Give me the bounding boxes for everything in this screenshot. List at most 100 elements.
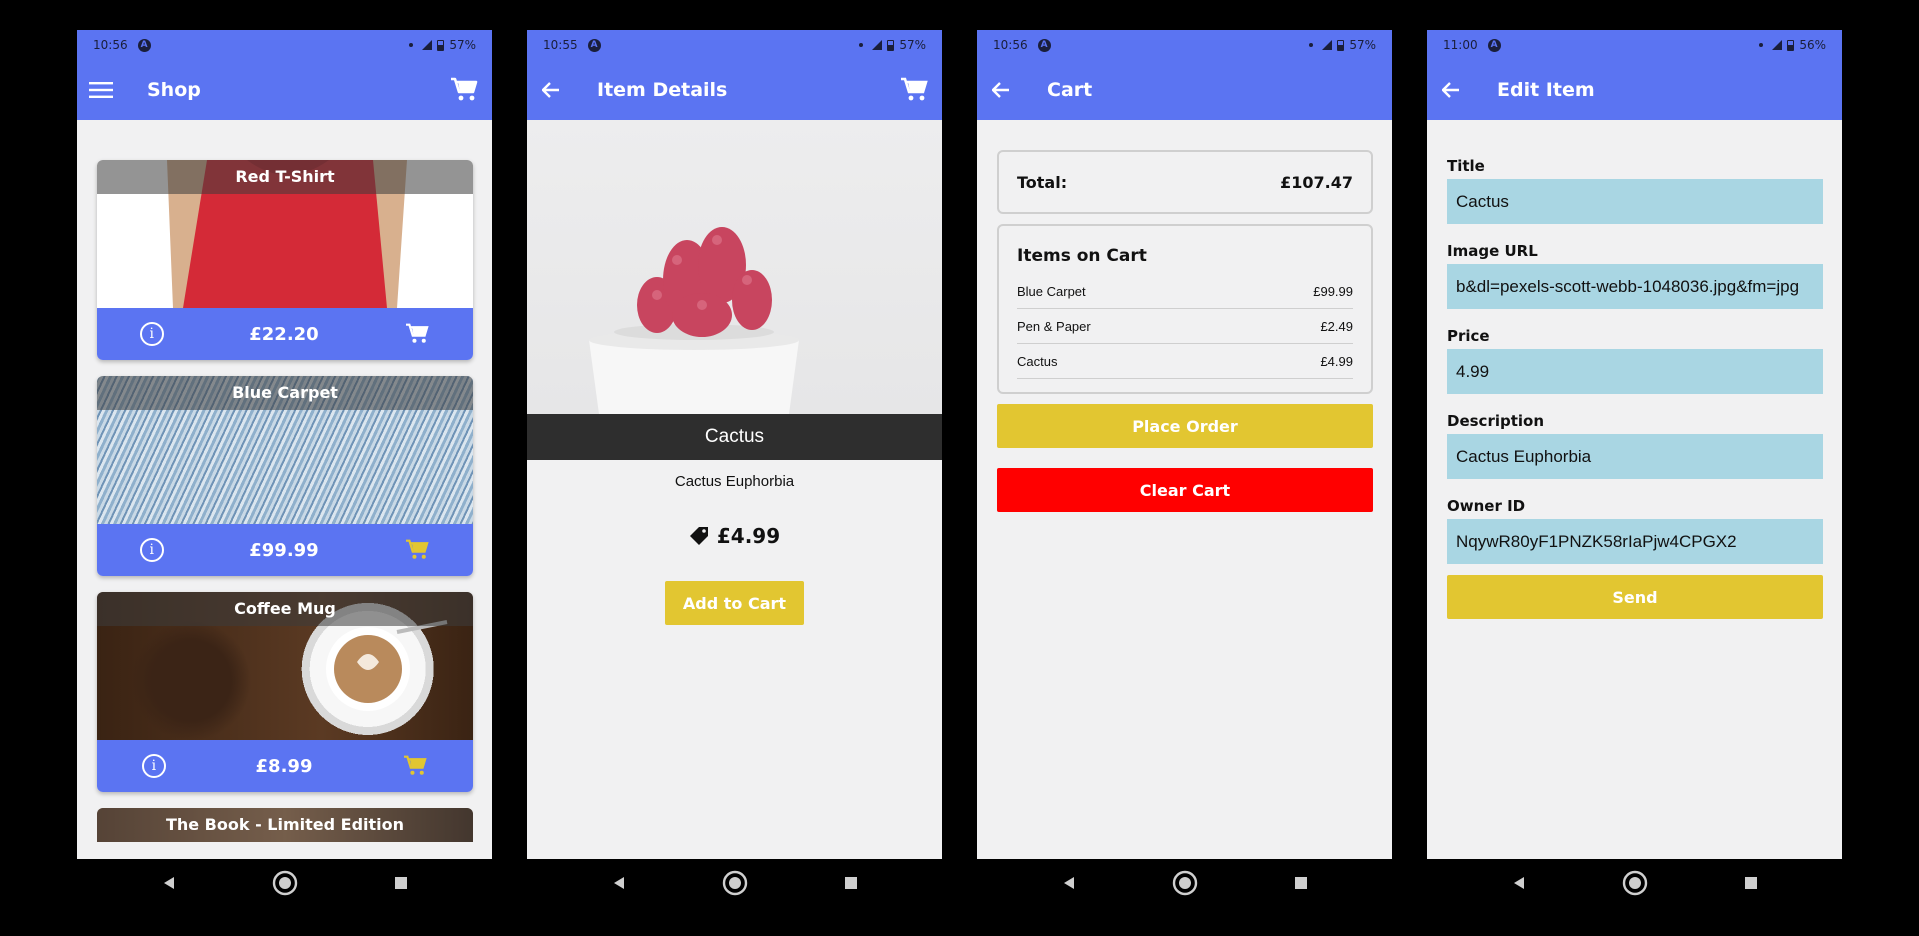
list-item: Pen & Paper £2.49 [1017, 309, 1353, 344]
notification-a-icon: A [1037, 38, 1051, 52]
app-bar: Edit Item [1427, 60, 1842, 120]
details-screen: 10:55 A 57% Item Details Cactus Cactus E… [527, 30, 942, 859]
description-field[interactable]: Cactus Euphorbia [1447, 434, 1823, 479]
cart-total: Total: £107.47 [997, 150, 1373, 214]
add-to-cart-icon[interactable] [404, 323, 430, 345]
back-arrow-icon[interactable] [981, 70, 1021, 110]
product-bar: i £22.20 [97, 308, 473, 360]
product-card[interactable]: Blue Carpet i £99.99 [97, 376, 473, 576]
product-card-partial[interactable]: The Book - Limited Edition [97, 808, 473, 842]
status-time: 10:56 [93, 38, 128, 52]
image-url-label: Image URL [1447, 242, 1538, 260]
battery-icon [437, 39, 445, 51]
page-title: Item Details [597, 79, 728, 101]
add-to-cart-button[interactable]: Add to Cart [665, 581, 804, 625]
add-to-cart-icon[interactable] [404, 539, 430, 561]
signal-icon [1322, 40, 1333, 50]
battery-level: 57% [449, 38, 476, 52]
shop-screen: 10:56 A 57% Shop Red T-Shirt i £22.20 Bl… [77, 30, 492, 859]
clear-cart-button[interactable]: Clear Cart [997, 468, 1373, 512]
item-price-row: £4.99 [527, 524, 942, 548]
recents-nav-icon[interactable] [793, 876, 909, 890]
product-title: Coffee Mug [97, 592, 473, 626]
list-item: Blue Carpet £99.99 [1017, 274, 1353, 309]
phone-shop: 10:56 A 57% Shop Red T-Shirt i £22.20 Bl… [77, 30, 492, 936]
signal-icon [422, 40, 433, 50]
item-description: Cactus Euphorbia [674, 473, 795, 490]
image-url-field[interactable]: b&dl=pexels-scott-webb-1048036.jpg&fm=jp… [1447, 264, 1823, 309]
page-title: Shop [147, 79, 201, 101]
product-price: £22.20 [249, 323, 319, 345]
price-tag-icon [689, 527, 708, 545]
app-bar: Cart [977, 60, 1392, 120]
status-bar: 10:56 A 57% [977, 30, 1392, 60]
info-icon[interactable]: i [139, 322, 164, 346]
battery-level: 56% [1799, 38, 1826, 52]
price-label: Price [1447, 327, 1490, 345]
cart-icon[interactable] [896, 72, 932, 108]
cart-item-price: £99.99 [1313, 283, 1353, 299]
description-label: Description [1447, 412, 1545, 430]
back-nav-icon[interactable] [1461, 876, 1577, 890]
status-right: 56% [1759, 38, 1826, 52]
status-bar: 10:56 A 57% [77, 30, 492, 60]
add-to-cart-icon[interactable] [402, 755, 428, 777]
place-order-button[interactable]: Place Order [997, 404, 1373, 448]
send-button[interactable]: Send [1447, 575, 1823, 619]
system-nav-bar [1427, 859, 1842, 907]
product-title: Red T-Shirt [97, 160, 473, 194]
total-label: Total: [1017, 172, 1068, 192]
back-arrow-icon[interactable] [1431, 70, 1471, 110]
status-time: 11:00 [1443, 38, 1478, 52]
phone-cart: 10:56 A 57% Cart Total: £107.47 Items on… [977, 30, 1392, 936]
product-bar: i £8.99 [97, 740, 473, 792]
system-nav-bar [527, 859, 942, 907]
product-bar: i £99.99 [97, 524, 473, 576]
product-title: Blue Carpet [97, 376, 473, 410]
home-nav-icon[interactable] [227, 870, 343, 896]
battery-level: 57% [899, 38, 926, 52]
cart-item-price: £4.99 [1320, 353, 1353, 369]
home-nav-icon[interactable] [1127, 870, 1243, 896]
home-nav-icon[interactable] [677, 870, 793, 896]
cart-icon[interactable] [446, 72, 482, 108]
info-icon[interactable]: i [139, 538, 164, 562]
notification-a-icon: A [587, 38, 601, 52]
menu-icon[interactable] [81, 70, 121, 110]
recents-nav-icon[interactable] [1693, 876, 1809, 890]
product-card[interactable]: Coffee Mug i £8.99 [97, 592, 473, 792]
battery-icon [887, 39, 895, 51]
status-time: 10:56 [993, 38, 1028, 52]
signal-icon [1772, 40, 1783, 50]
cart-item-name: Cactus [1017, 353, 1058, 369]
page-title: Cart [1047, 79, 1093, 101]
notification-a-icon: A [1487, 38, 1501, 52]
back-nav-icon[interactable] [111, 876, 227, 890]
product-price: £8.99 [255, 755, 313, 777]
app-bar: Item Details [527, 60, 942, 120]
cart-items-heading: Items on Cart [1017, 246, 1147, 266]
product-card[interactable]: Red T-Shirt i £22.20 [97, 160, 473, 360]
signal-icon [872, 40, 883, 50]
recents-nav-icon[interactable] [343, 876, 459, 890]
item-image [527, 120, 942, 414]
title-label: Title [1447, 157, 1485, 175]
owner-id-field[interactable]: NqywR80yF1PNZK58rIaPjw4CPGX2 [1447, 519, 1823, 564]
info-icon[interactable]: i [141, 754, 166, 778]
cart-items: Items on Cart Blue Carpet £99.99 Pen & P… [997, 224, 1373, 394]
notification-dot-icon [1759, 43, 1764, 47]
system-nav-bar [77, 859, 492, 907]
title-field[interactable]: Cactus [1447, 179, 1823, 224]
notification-dot-icon [1309, 43, 1314, 47]
product-price: £99.99 [249, 539, 319, 561]
status-right: 57% [859, 38, 926, 52]
back-nav-icon[interactable] [561, 876, 677, 890]
price-field[interactable]: 4.99 [1447, 349, 1823, 394]
edit-screen: 11:00 A 56% Edit Item Title Cactus Image… [1427, 30, 1842, 859]
phone-edit-item: 11:00 A 56% Edit Item Title Cactus Image… [1427, 30, 1842, 936]
back-arrow-icon[interactable] [531, 70, 571, 110]
back-nav-icon[interactable] [1011, 876, 1127, 890]
recents-nav-icon[interactable] [1243, 876, 1359, 890]
home-nav-icon[interactable] [1577, 870, 1693, 896]
list-item: Cactus £4.99 [1017, 344, 1353, 379]
